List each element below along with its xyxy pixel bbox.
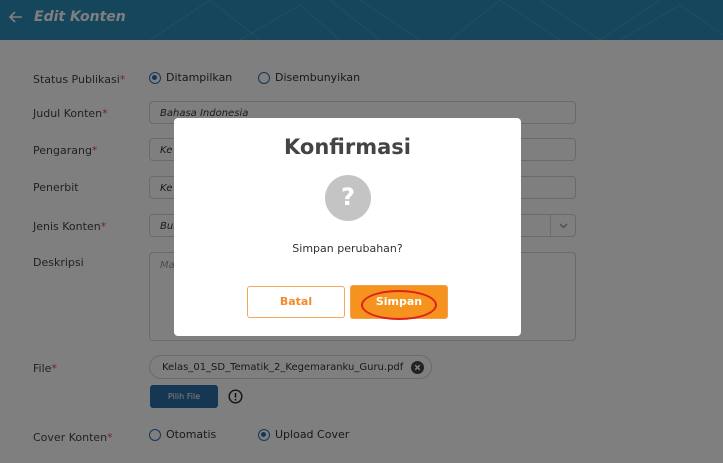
dialog-message: Simpan perubahan? — [292, 242, 403, 255]
dialog-title: Konfirmasi — [284, 135, 411, 159]
question-icon: ? — [325, 175, 371, 221]
cancel-button[interactable]: Batal — [247, 286, 345, 318]
confirm-dialog: Konfirmasi ? Simpan perubahan? Batal Sim… — [174, 118, 521, 336]
save-button-highlight — [361, 290, 437, 320]
